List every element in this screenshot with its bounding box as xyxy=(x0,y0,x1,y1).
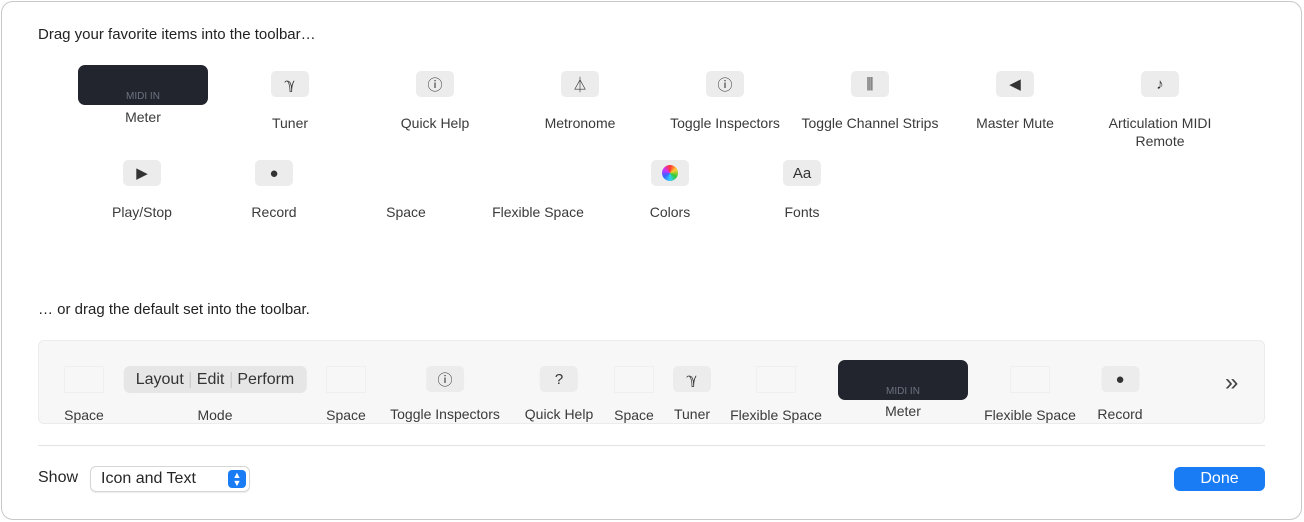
tuning-fork-icon: ℽ xyxy=(673,366,711,392)
palette-item-metronome[interactable]: ⏃ Metronome xyxy=(505,71,655,132)
default-item-space[interactable]: Space xyxy=(64,366,104,424)
meter-display: MIDI IN xyxy=(838,360,968,400)
palette-item-flexible-space[interactable]: Flexible Space xyxy=(463,160,613,221)
chevron-updown-icon: ▲ ▼ xyxy=(228,470,246,488)
color-wheel-icon xyxy=(651,160,689,186)
flexible-space-placeholder xyxy=(463,160,613,186)
metronome-icon: ⏃ xyxy=(561,71,599,97)
palette-item-tuner[interactable]: ℽ Tuner xyxy=(215,71,365,132)
item-label: Record xyxy=(251,204,297,220)
segment-perform[interactable]: Perform xyxy=(231,371,300,389)
item-label: Colors xyxy=(649,204,691,220)
palette-item-fonts[interactable]: Aa Fonts xyxy=(727,160,877,221)
palette-item-toggle-inspectors[interactable]: ⓘ Toggle Inspectors xyxy=(650,71,800,132)
item-label: Articulation MIDI Remote xyxy=(1108,115,1212,149)
item-label: Fonts xyxy=(784,204,820,220)
item-label: Flexible Space xyxy=(492,204,584,220)
item-label: Master Mute xyxy=(976,115,1054,131)
info-circle-icon: ⓘ xyxy=(425,366,464,392)
item-label: Tuner xyxy=(673,406,711,422)
midi-in-label: MIDI IN xyxy=(126,91,160,102)
palette-item-colors[interactable]: Colors xyxy=(595,160,745,221)
item-label: Flexible Space xyxy=(730,407,822,423)
palette-item-articulation-midi-remote[interactable]: ♪ Articulation MIDI Remote xyxy=(1085,71,1235,150)
tuning-fork-icon: ℽ xyxy=(271,71,309,97)
overflow-chevron-icon[interactable]: » xyxy=(1225,369,1238,397)
default-item-tuner[interactable]: ℽ Tuner xyxy=(673,366,711,423)
default-item-toggle-inspectors[interactable]: ⓘ Toggle Inspectors xyxy=(390,366,500,423)
item-label: Quick Help xyxy=(400,115,470,131)
segment-edit[interactable]: Edit xyxy=(191,371,231,389)
item-label: Space xyxy=(386,204,426,220)
flexible-space-placeholder xyxy=(755,366,796,393)
item-label: Record xyxy=(1097,406,1143,422)
record-icon: ● xyxy=(255,160,293,186)
meter-display: MIDI IN xyxy=(78,65,208,105)
space-placeholder xyxy=(331,160,481,186)
default-item-space[interactable]: Space xyxy=(614,366,654,424)
record-icon: ● xyxy=(1100,366,1139,392)
space-placeholder xyxy=(614,366,654,393)
default-item-quick-help[interactable]: ? Quick Help xyxy=(525,366,593,423)
item-label: Tuner xyxy=(271,115,309,131)
midi-in-label: MIDI IN xyxy=(886,386,920,397)
space-placeholder xyxy=(326,366,366,393)
palette-item-space[interactable]: Space xyxy=(331,160,481,221)
space-placeholder xyxy=(64,366,104,393)
default-item-space[interactable]: Space xyxy=(326,366,366,424)
palette-heading: Drag your favorite items into the toolba… xyxy=(38,26,316,43)
show-select[interactable]: Icon and Text ▲ ▼ xyxy=(90,466,250,492)
item-label: Toggle Inspectors xyxy=(670,115,780,131)
show-label: Show xyxy=(38,469,79,486)
segment-layout[interactable]: Layout xyxy=(130,371,190,389)
default-item-mode[interactable]: Layout Edit Perform Mode xyxy=(123,366,307,424)
info-circle-icon: ⓘ xyxy=(706,71,744,97)
sliders-icon: ⫼ xyxy=(851,71,889,97)
default-toolbar-set[interactable]: Space Layout Edit Perform Mode Space ⓘ Toggle I… xyxy=(38,340,1265,424)
palette-item-quick-help[interactable]: ⓘ Quick Help xyxy=(360,71,510,132)
palette-item-play-stop[interactable]: ▶ Play/Stop xyxy=(67,160,217,221)
palette-item-record[interactable]: ● Record xyxy=(199,160,349,221)
item-label: Space xyxy=(614,407,654,423)
item-label: Space xyxy=(326,407,366,423)
item-label: Space xyxy=(64,407,104,423)
palette-item-meter[interactable]: MIDI IN Meter xyxy=(68,65,218,126)
divider xyxy=(38,445,1265,446)
color-wheel-icon xyxy=(662,165,678,181)
fonts-icon: Aa xyxy=(783,160,821,186)
question-circle-icon: ⓘ xyxy=(416,71,454,97)
default-item-meter[interactable]: MIDI IN Meter xyxy=(838,360,968,420)
item-label: Play/Stop xyxy=(112,204,172,220)
default-item-flexible-space[interactable]: Flexible Space xyxy=(984,366,1076,424)
palette-item-master-mute[interactable]: ◀ Master Mute xyxy=(940,71,1090,132)
item-label: Meter xyxy=(125,109,161,125)
item-label: Toggle Inspectors xyxy=(390,406,500,422)
default-item-record[interactable]: ● Record xyxy=(1097,366,1143,423)
question-circle-icon: ? xyxy=(540,366,578,392)
item-label: Metronome xyxy=(544,115,616,131)
item-label: Flexible Space xyxy=(984,407,1076,423)
flexible-space-placeholder xyxy=(1009,366,1050,393)
mode-segmented-control[interactable]: Layout Edit Perform xyxy=(123,366,307,393)
default-set-heading: … or drag the default set into the toolb… xyxy=(38,301,310,318)
item-label: Mode xyxy=(197,407,233,423)
item-label: Toggle Channel Strips xyxy=(801,115,939,131)
default-item-flexible-space[interactable]: Flexible Space xyxy=(730,366,822,424)
item-label: Meter xyxy=(885,403,921,419)
speaker-icon: ◀ xyxy=(996,71,1034,97)
show-select-value: Icon and Text xyxy=(101,470,196,487)
articulation-icon: ♪ xyxy=(1141,71,1179,97)
play-icon: ▶ xyxy=(123,160,161,186)
item-label: Quick Help xyxy=(524,406,594,422)
palette-item-toggle-channel-strips[interactable]: ⫼ Toggle Channel Strips xyxy=(795,71,945,132)
done-button[interactable]: Done xyxy=(1174,467,1265,491)
